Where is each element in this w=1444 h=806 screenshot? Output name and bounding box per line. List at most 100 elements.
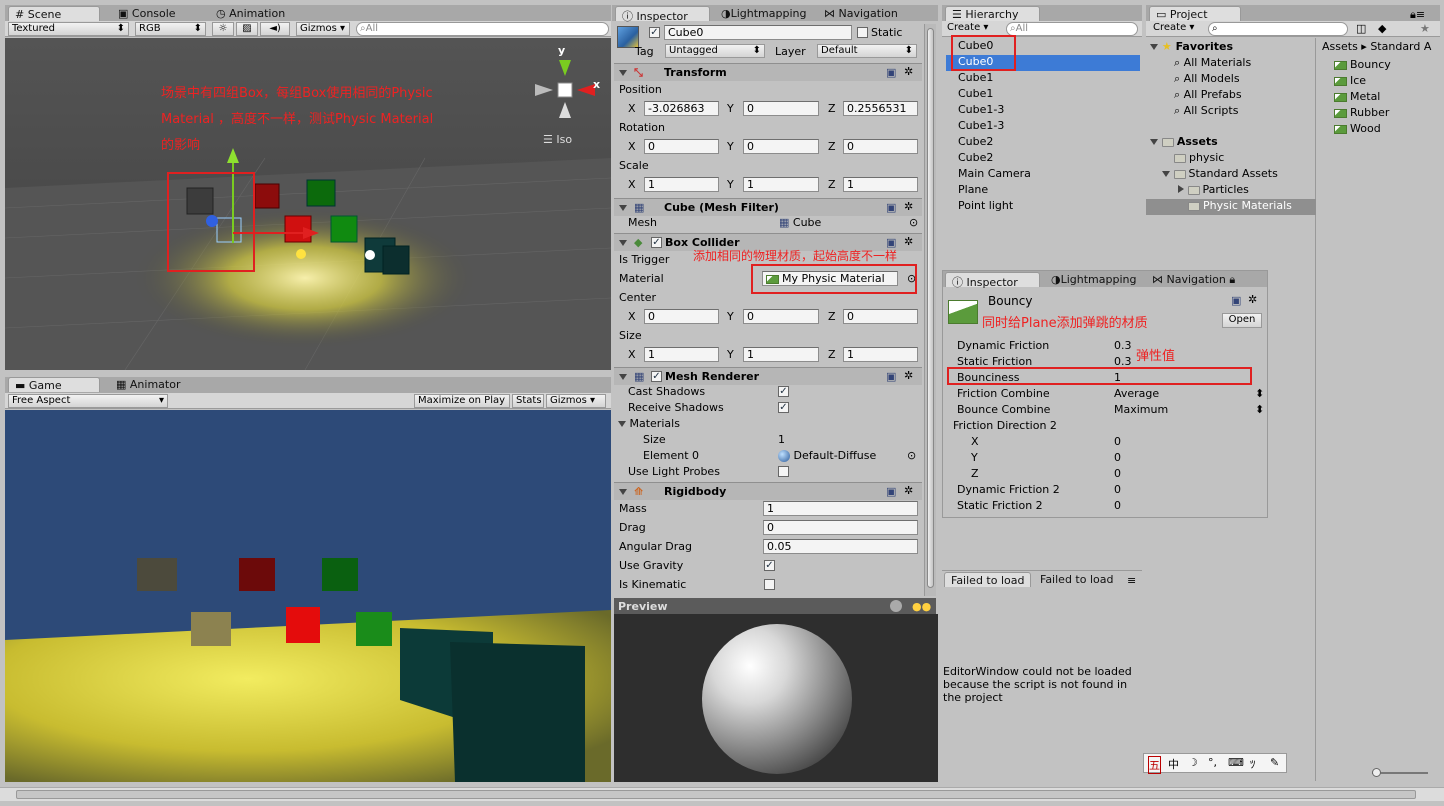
mesh-renderer-header[interactable]: ▦ ✓ Mesh Renderer ▣ ✲: [614, 367, 922, 385]
scene-viewport[interactable]: y x ☰ Iso 场景中有四组Box，每组Box使用相同的Physic Mat…: [5, 38, 611, 370]
dropdown-arrow-icon[interactable]: ⬍: [1255, 403, 1264, 416]
ime-punct-icon[interactable]: °,: [1208, 756, 1217, 769]
stats-toggle[interactable]: Stats: [512, 394, 544, 408]
hierarchy-item[interactable]: Cube1-3: [946, 119, 1140, 135]
box-collider-enabled-checkbox[interactable]: ✓: [651, 237, 662, 248]
is-kinematic-checkbox[interactable]: [764, 579, 775, 590]
image-effects-toggle[interactable]: ▨: [236, 22, 258, 36]
mesh-value[interactable]: ▦ Cube: [779, 216, 821, 229]
prop-value[interactable]: Maximum: [1114, 403, 1168, 416]
game-gizmos-dropdown[interactable]: Gizmos ▾: [546, 394, 606, 408]
help-icon[interactable]: ▣: [886, 66, 896, 79]
object-picker-icon[interactable]: ⊙: [909, 216, 918, 229]
rotation-x-field[interactable]: 0: [644, 139, 719, 154]
receive-shadows-checkbox[interactable]: ✓: [778, 402, 789, 413]
hierarchy-item[interactable]: Main Camera: [946, 167, 1140, 183]
gear-icon[interactable]: ✲: [904, 369, 913, 382]
rotation-y-field[interactable]: 0: [743, 139, 819, 154]
prop-value[interactable]: 0: [1114, 467, 1121, 480]
tab-inspector2[interactable]: ⓘ Inspector: [945, 272, 1040, 289]
panel-lock-icon[interactable]: 🔒︎≡: [1410, 8, 1425, 22]
tab-hierarchy[interactable]: ☰ Hierarchy: [945, 6, 1040, 21]
prop-value[interactable]: 0.3: [1114, 339, 1132, 352]
tab-failed-2[interactable]: Failed to load: [1034, 572, 1119, 587]
scene-search-input[interactable]: ⌕All: [356, 22, 609, 36]
preview-viewport[interactable]: [614, 614, 938, 782]
tag-dropdown[interactable]: Untagged ⬍: [665, 44, 765, 58]
audio-toggle[interactable]: ◄): [260, 22, 290, 36]
preview-sphere-icon[interactable]: [890, 600, 902, 612]
gear-icon[interactable]: ✲: [904, 65, 913, 78]
prop-value[interactable]: 0: [1114, 435, 1121, 448]
rigidbody-header[interactable]: ⟰ Rigidbody ▣ ✲: [614, 482, 922, 500]
hierarchy-search-input[interactable]: ⌕All: [1006, 22, 1138, 36]
slider-thumb[interactable]: [1372, 768, 1381, 777]
angular-drag-field[interactable]: 0.05: [763, 539, 918, 554]
scrollbar-thumb[interactable]: [16, 790, 1416, 799]
tab-failed-1[interactable]: Failed to load: [944, 572, 1032, 587]
size-y-field[interactable]: 1: [743, 347, 819, 362]
favorite-star-icon[interactable]: ★: [1420, 22, 1430, 35]
project-file-item[interactable]: Wood: [1334, 122, 1381, 138]
project-file-item[interactable]: Metal: [1334, 90, 1380, 106]
projection-label[interactable]: ☰ Iso: [543, 133, 572, 146]
filter-label-icon[interactable]: ◆: [1378, 22, 1386, 35]
render-mode-dropdown[interactable]: RGB ⬍: [135, 22, 206, 36]
tab-console[interactable]: ▣ Console: [112, 6, 182, 21]
tab-inspector[interactable]: ⓘ Inspector: [615, 6, 710, 23]
transform-header[interactable]: ⤡ Transform ▣ ✲: [614, 63, 922, 81]
game-viewport[interactable]: [5, 410, 611, 782]
use-gravity-checkbox[interactable]: ✓: [764, 560, 775, 571]
static-checkbox[interactable]: [857, 27, 868, 38]
scale-z-field[interactable]: 1: [843, 177, 918, 192]
center-z-field[interactable]: 0: [843, 309, 918, 324]
gear-icon[interactable]: ✲: [904, 484, 913, 497]
assets-foldout[interactable]: Assets: [1150, 135, 1218, 151]
favorite-item[interactable]: ⌕ All Scripts: [1174, 104, 1238, 120]
hierarchy-item[interactable]: Cube1: [946, 87, 1140, 103]
open-button[interactable]: Open: [1222, 313, 1262, 328]
materials-size-value[interactable]: 1: [778, 433, 785, 446]
tree-item-particles[interactable]: Particles: [1178, 183, 1249, 199]
scale-x-field[interactable]: 1: [644, 177, 719, 192]
bottom-scrollbar[interactable]: [0, 787, 1444, 801]
tab-animation[interactable]: ◷ Animation: [210, 6, 291, 21]
gear-icon[interactable]: ✲: [904, 235, 913, 248]
ime-tool-icon[interactable]: ﾂ: [1250, 756, 1256, 772]
tree-item-physic-materials[interactable]: Physic Materials: [1146, 199, 1316, 215]
cast-shadows-checkbox[interactable]: ✓: [778, 386, 789, 397]
mesh-renderer-enabled-checkbox[interactable]: ✓: [651, 371, 662, 382]
tab-game[interactable]: ▬ Game: [8, 377, 100, 392]
element0-value[interactable]: Default-Diffuse: [778, 449, 876, 462]
ime-chinese-icon[interactable]: 中: [1168, 756, 1179, 772]
tree-item-physic[interactable]: physic: [1174, 151, 1224, 167]
help-icon[interactable]: ▣: [886, 201, 896, 214]
breadcrumb[interactable]: Assets ▸ Standard A: [1322, 40, 1431, 53]
tree-item-standard-assets[interactable]: Standard Assets: [1162, 167, 1278, 183]
inspector-scrollbar[interactable]: [924, 24, 936, 596]
materials-foldout[interactable]: Materials: [618, 417, 680, 430]
favorites-foldout[interactable]: ★ Favorites: [1150, 40, 1233, 56]
size-x-field[interactable]: 1: [644, 347, 719, 362]
failed-menu-icon[interactable]: ≡: [1127, 574, 1136, 587]
tab-project[interactable]: ▭ Project: [1149, 6, 1241, 21]
size-z-field[interactable]: 1: [843, 347, 918, 362]
tab-animator[interactable]: ▦ Animator: [110, 377, 186, 392]
maximize-on-play-toggle[interactable]: Maximize on Play: [414, 394, 510, 408]
hierarchy-item[interactable]: Cube1: [946, 71, 1140, 87]
preview-light-icon[interactable]: ●●: [912, 600, 931, 613]
scrollbar-thumb[interactable]: [927, 28, 934, 588]
favorite-item[interactable]: ⌕ All Materials: [1174, 56, 1251, 72]
tab-lightmapping2[interactable]: ◑Lightmapping: [1045, 272, 1143, 287]
aspect-dropdown[interactable]: Free Aspect ▾: [8, 394, 168, 408]
ime-keyboard-icon[interactable]: ⌨: [1228, 756, 1244, 769]
prop-value[interactable]: 0: [1114, 451, 1121, 464]
gear-icon[interactable]: ✲: [904, 200, 913, 213]
hierarchy-item[interactable]: Cube2: [946, 151, 1140, 167]
center-y-field[interactable]: 0: [743, 309, 819, 324]
gizmos-dropdown[interactable]: Gizmos ▾: [296, 22, 350, 36]
tab-lightmapping[interactable]: ◑Lightmapping: [715, 6, 813, 21]
hierarchy-item[interactable]: Cube2: [946, 135, 1140, 151]
object-name-field[interactable]: Cube0: [664, 25, 852, 40]
lighting-toggle[interactable]: ☼: [212, 22, 234, 36]
